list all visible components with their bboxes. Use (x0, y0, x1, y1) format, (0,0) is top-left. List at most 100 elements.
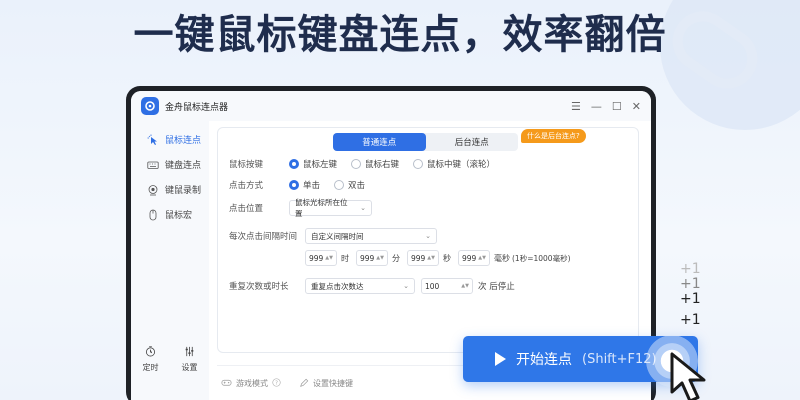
sidebar-item-label: 键盘连点 (165, 161, 202, 171)
sidebar-bottom: 定时 设置 (131, 346, 209, 373)
sidebar-item-keyboard-click[interactable]: 键盘连点 (131, 152, 209, 177)
window-controls: ☰ — ☐ ✕ (571, 100, 641, 113)
timer-button[interactable]: 定时 (143, 346, 159, 373)
radio-label: 单击 (303, 181, 321, 191)
stepper-icon: ▲▼ (427, 254, 435, 261)
hours-input[interactable]: 999 ▲▼ (305, 250, 337, 266)
svg-text:?: ? (275, 380, 278, 386)
sidebar: 鼠标连点 键盘连点 键鼠录制 鼠标宏 定时 设置 (131, 121, 209, 400)
input-value: 999 (309, 253, 324, 263)
shortcut-settings-link[interactable]: 设置快捷键 (299, 378, 353, 390)
app-logo-icon (141, 97, 159, 115)
stepper-icon: ▲▼ (376, 254, 384, 261)
stepper-icon: ▲▼ (478, 254, 486, 261)
radio-label: 鼠标左键 (303, 160, 338, 170)
select-value: 重复点击次数达 (311, 281, 364, 291)
settings-button[interactable]: 设置 (182, 346, 198, 373)
radio-dot (289, 159, 299, 169)
mode-tabs: 普通连点 后台连点 (333, 133, 518, 151)
mouse-button-label: 鼠标按键 (229, 160, 264, 170)
interval-label: 每次点击间隔时间 (229, 232, 298, 242)
settings-label: 设置 (181, 363, 198, 372)
shortcut-label: 设置快捷键 (313, 379, 353, 388)
interval-mode-select[interactable]: 自定义间隔时间 ⌄ (305, 228, 437, 244)
edit-icon (299, 378, 309, 390)
radio-label: 鼠标中键（滚轮） (427, 160, 496, 170)
radio-double-click[interactable]: 双击 (334, 179, 365, 191)
plus-one-faded: +1 (680, 261, 701, 277)
repeat-mode-select[interactable]: 重复点击次数达 ⌄ (305, 278, 415, 294)
sidebar-item-mouse-click[interactable]: 鼠标连点 (131, 127, 209, 152)
record-icon (147, 184, 159, 196)
milliseconds-input[interactable]: 999 ▲▼ (458, 250, 490, 266)
mouse-icon (147, 209, 159, 221)
hours-unit: 时 (341, 253, 349, 263)
radio-single-click[interactable]: 单击 (289, 179, 320, 191)
mouse-click-icon (147, 134, 159, 146)
radio-dot (413, 159, 424, 169)
mouse-cursor-icon (670, 352, 706, 400)
radio-middle-button[interactable]: 鼠标中键（滚轮） (413, 158, 495, 170)
stepper-icon: ▲▼ (325, 254, 333, 261)
help-circle-icon[interactable]: ? (272, 378, 281, 389)
plus-one: +1 (680, 312, 701, 328)
repeat-count-input[interactable]: 100 ▲▼ (421, 278, 473, 294)
radio-dot (289, 180, 299, 190)
close-icon[interactable]: ✕ (632, 100, 641, 113)
radio-label: 双击 (348, 181, 366, 191)
radio-label: 鼠标右键 (365, 160, 400, 170)
click-mode-label: 点击方式 (229, 181, 264, 191)
seconds-unit: 秒 (443, 253, 451, 263)
headline: 一键鼠标键盘连点，效率翻倍 (133, 12, 667, 58)
click-mode-row: 点击方式 单击 双击 (218, 179, 638, 191)
minutes-input[interactable]: 999 ▲▼ (356, 250, 388, 266)
minimize-icon[interactable]: — (591, 100, 602, 113)
click-position-label: 点击位置 (229, 204, 264, 214)
click-position-row: 点击位置 鼠标光标所在位置 ⌄ (218, 198, 638, 218)
game-mode-toggle[interactable]: 游戏模式 ? (221, 377, 281, 390)
interval-fields-row: 999 ▲▼ 时 999 ▲▼ 分 999 ▲▼ 秒 999 ▲▼ 毫秒 (1秒=100… (218, 250, 638, 266)
chevron-down-icon: ⌄ (425, 232, 431, 240)
input-value: 999 (360, 253, 375, 263)
timer-label: 定时 (142, 363, 159, 372)
help-badge[interactable]: 什么是后台连点? (521, 129, 586, 143)
game-mode-label: 游戏模式 (236, 379, 268, 388)
tab-normal-click[interactable]: 普通连点 (333, 133, 426, 151)
interval-hint: (1秒=1000毫秒) (512, 253, 571, 263)
repeat-row: 重复次数或时长 重复点击次数达 ⌄ 100 ▲▼ 次 后停止 (218, 278, 638, 294)
repeat-label: 重复次数或时长 (229, 282, 289, 292)
click-counter-animation: +1 +1 +1 +1 (680, 262, 701, 328)
mouse-button-row: 鼠标按键 鼠标左键 鼠标右键 鼠标中键（滚轮） (218, 158, 638, 170)
chevron-down-icon: ⌄ (360, 204, 366, 212)
radio-left-button[interactable]: 鼠标左键 (289, 158, 337, 170)
app-title: 金舟鼠标连点器 (165, 102, 229, 113)
minutes-unit: 分 (392, 253, 400, 263)
select-value: 鼠标光标所在位置 (295, 198, 348, 218)
title-bar: 金舟鼠标连点器 ☰ — ☐ ✕ (131, 91, 651, 121)
sidebar-item-label: 鼠标连点 (165, 136, 202, 146)
milliseconds-unit: 毫秒 (494, 253, 510, 263)
settings-panel: 普通连点 后台连点 什么是后台连点? 鼠标按键 鼠标左键 鼠标右键 鼠标中键（滚… (217, 127, 639, 353)
menu-icon[interactable]: ☰ (571, 100, 581, 113)
select-value: 自定义间隔时间 (311, 231, 364, 241)
sidebar-item-label: 键鼠录制 (165, 186, 202, 196)
start-button-label: 开始连点 (516, 352, 572, 368)
stepper-icon: ▲▼ (461, 282, 469, 289)
sidebar-item-mouse-macro[interactable]: 鼠标宏 (131, 202, 209, 227)
input-value: 100 (425, 281, 440, 291)
input-value: 999 (411, 253, 426, 263)
radio-dot (351, 159, 362, 169)
sidebar-item-record[interactable]: 键鼠录制 (131, 177, 209, 202)
radio-right-button[interactable]: 鼠标右键 (351, 158, 399, 170)
click-position-select[interactable]: 鼠标光标所在位置 ⌄ (289, 198, 372, 218)
plus-one: +1 (680, 291, 701, 307)
maximize-icon[interactable]: ☐ (612, 100, 622, 113)
gamepad-icon (221, 377, 232, 390)
interval-row: 每次点击间隔时间 自定义间隔时间 ⌄ (218, 228, 638, 244)
sidebar-item-label: 鼠标宏 (165, 211, 193, 221)
seconds-input[interactable]: 999 ▲▼ (407, 250, 439, 266)
keyboard-icon (147, 159, 159, 171)
tab-background-click[interactable]: 后台连点 (426, 133, 519, 151)
repeat-suffix: 次 后停止 (478, 282, 515, 292)
timer-icon (145, 346, 156, 359)
